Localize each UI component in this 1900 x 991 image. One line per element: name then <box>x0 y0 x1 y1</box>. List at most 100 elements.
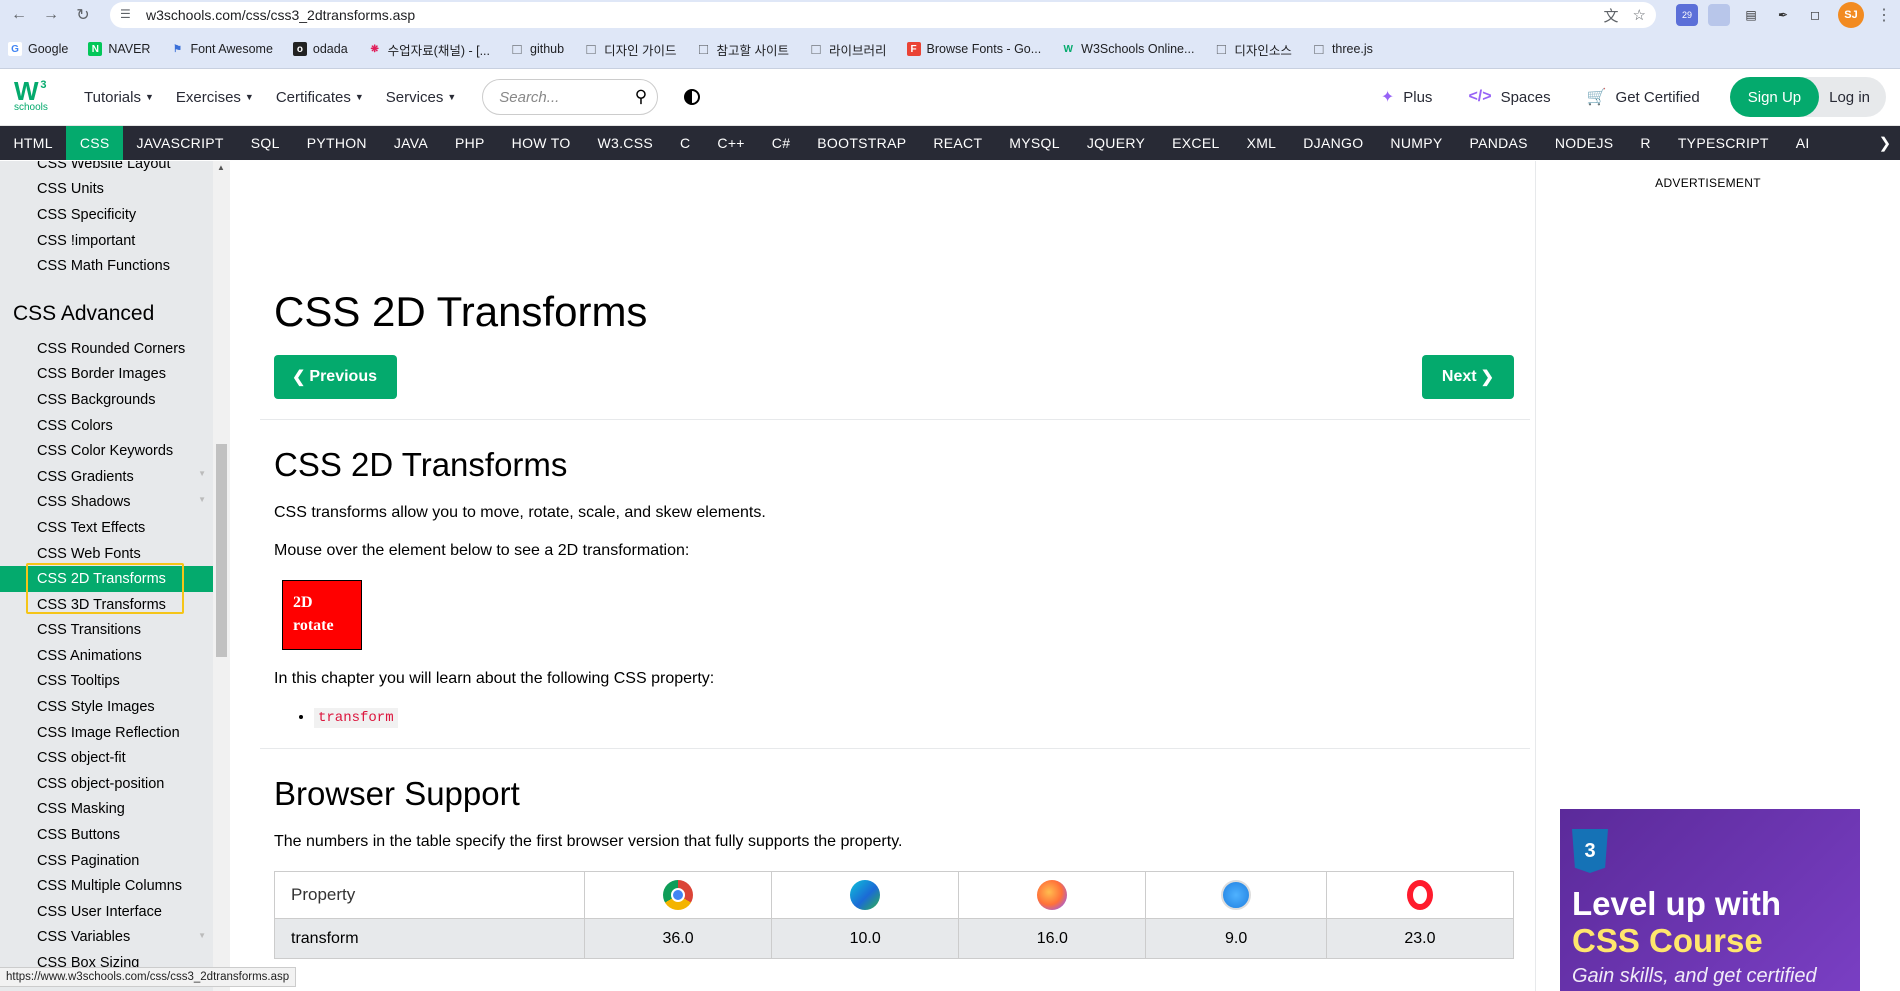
sidebar-item[interactable]: CSS Math Functions <box>0 253 230 279</box>
topic-xml[interactable]: XML <box>1233 126 1290 160</box>
eyedropper-icon[interactable]: ✒ <box>1772 4 1794 26</box>
plus-link[interactable]: ✦ Plus <box>1381 87 1433 107</box>
get-certified-link[interactable]: 🛒 Get Certified <box>1587 87 1700 107</box>
topic-html[interactable]: HTML <box>0 126 66 160</box>
bookmark-item[interactable]: ❋ 수업자료(채널) - [... <box>368 40 490 59</box>
bookmark-item[interactable]: □ 라이브러리 <box>809 40 887 59</box>
property-link[interactable]: transform <box>314 708 398 728</box>
puzzle-icon[interactable]: ◻ <box>1804 4 1826 26</box>
topic-django[interactable]: DJANGO <box>1290 126 1377 160</box>
address-bar[interactable]: ☰ w3schools.com/css/css3_2dtransforms.as… <box>110 2 1656 28</box>
bookmark-item[interactable]: □ 참고할 사이트 <box>697 40 789 59</box>
topic-javascript[interactable]: JAVASCRIPT <box>123 126 237 160</box>
topic-nodejs[interactable]: NODEJS <box>1541 126 1627 160</box>
sidebar-item[interactable]: CSS User Interface <box>0 899 230 925</box>
sidebar-item[interactable]: CSS Rounded Corners <box>0 336 230 362</box>
sign-up-button[interactable]: Sign Up <box>1729 77 1820 117</box>
sidebar-item[interactable]: CSS Website Layout <box>0 161 230 177</box>
topic-w3-css[interactable]: W3.CSS <box>584 126 666 160</box>
scroll-up-icon[interactable]: ▲ <box>217 163 225 172</box>
search-icon[interactable]: ⚲ <box>635 87 647 107</box>
topic-typescript[interactable]: TYPESCRIPT <box>1664 126 1782 160</box>
menu-certificates[interactable]: Certificates ▼ <box>276 89 364 106</box>
sidebar-item[interactable]: CSS Tooltips <box>0 669 230 695</box>
topic-c[interactable]: C <box>667 126 704 160</box>
bookmark-item[interactable]: F Browse Fonts - Go... <box>906 42 1041 56</box>
menu-services[interactable]: Services ▼ <box>386 89 456 106</box>
sidebar-scrollbar[interactable]: ▲ <box>213 161 230 991</box>
topic-jquery[interactable]: JQUERY <box>1073 126 1158 160</box>
topic-how-to[interactable]: HOW TO <box>498 126 584 160</box>
w3schools-logo[interactable]: W3 schools <box>14 75 58 119</box>
rotate-demo-box[interactable]: 2D rotate <box>282 580 362 650</box>
menu-tutorials[interactable]: Tutorials ▼ <box>84 89 154 106</box>
chevron-right-icon[interactable]: ❯ <box>1870 126 1900 160</box>
forward-icon[interactable]: → <box>40 4 62 26</box>
bookmark-item[interactable]: ⚑ Font Awesome <box>170 42 273 56</box>
sidebar-item[interactable]: CSS !important <box>0 228 230 254</box>
extension-icon[interactable]: ▤ <box>1740 4 1762 26</box>
topic-c++[interactable]: C++ <box>704 126 758 160</box>
topic-ai[interactable]: AI <box>1782 126 1823 160</box>
topic-excel[interactable]: EXCEL <box>1159 126 1233 160</box>
next-button[interactable]: Next ❯ <box>1421 355 1514 399</box>
sidebar-item[interactable]: CSS Gradients <box>0 464 230 490</box>
sidebar-item[interactable]: CSS 2D Transforms <box>0 566 230 592</box>
sidebar-item[interactable]: CSS Shadows <box>0 490 230 516</box>
sidebar-item[interactable]: CSS Style Images <box>0 694 230 720</box>
topic-css[interactable]: CSS <box>66 126 123 160</box>
search-box[interactable]: ⚲ <box>482 79 659 115</box>
sidebar-item[interactable]: CSS Buttons <box>0 822 230 848</box>
star-icon[interactable]: ☆ <box>1633 6 1646 24</box>
topic-sql[interactable]: SQL <box>237 126 293 160</box>
bookmark-item[interactable]: □ github <box>510 41 564 58</box>
sidebar-item[interactable]: CSS Masking <box>0 797 230 823</box>
bookmark-item[interactable]: o odada <box>292 42 348 56</box>
sidebar-item[interactable]: CSS Specificity <box>0 202 230 228</box>
scrollbar-thumb[interactable] <box>216 444 227 657</box>
profile-avatar[interactable]: SJ <box>1838 2 1864 28</box>
topic-r[interactable]: R <box>1627 126 1664 160</box>
sidebar-item[interactable]: CSS Colors <box>0 413 230 439</box>
sidebar-item[interactable]: CSS Text Effects <box>0 515 230 541</box>
sidebar-item[interactable]: CSS Transitions <box>0 618 230 644</box>
reload-icon[interactable]: ↻ <box>72 4 94 26</box>
site-settings-icon[interactable]: ☰ <box>120 7 136 23</box>
bookmark-item[interactable]: □ three.js <box>1312 41 1373 58</box>
topic-c#[interactable]: C# <box>758 126 804 160</box>
extension-badge-icon[interactable]: 29 <box>1676 4 1698 26</box>
bookmark-item[interactable]: N NAVER <box>88 42 150 56</box>
search-input[interactable] <box>499 88 620 106</box>
sidebar-item[interactable]: CSS Multiple Columns <box>0 873 230 899</box>
topic-python[interactable]: PYTHON <box>293 126 380 160</box>
translate-icon[interactable]: 文 <box>1604 5 1619 26</box>
bookmark-item[interactable]: □ 디자인소스 <box>1214 40 1292 59</box>
bookmark-item[interactable]: G Google <box>8 42 68 56</box>
css-course-promo[interactable]: 3 Level up with CSS Course Gain skills, a… <box>1560 809 1860 991</box>
topic-numpy[interactable]: NUMPY <box>1377 126 1456 160</box>
sidebar-item[interactable]: CSS object-fit <box>0 745 230 771</box>
menu-exercises[interactable]: Exercises ▼ <box>176 89 254 106</box>
sidebar-item[interactable]: CSS Units <box>0 177 230 203</box>
extension-icon[interactable] <box>1708 4 1730 26</box>
sidebar-item[interactable]: CSS Image Reflection <box>0 720 230 746</box>
topic-php[interactable]: PHP <box>441 126 498 160</box>
sidebar-item[interactable]: CSS Web Fonts <box>0 541 230 567</box>
sidebar-item[interactable]: CSS 3D Transforms <box>0 592 230 618</box>
bookmark-item[interactable]: □ 디자인 가이드 <box>584 40 677 59</box>
topic-react[interactable]: REACT <box>920 126 996 160</box>
sidebar-item[interactable]: CSS Border Images <box>0 362 230 388</box>
sidebar-item[interactable]: CSS Variables <box>0 925 230 951</box>
topic-pandas[interactable]: PANDAS <box>1456 126 1541 160</box>
sidebar-item[interactable]: CSS Animations <box>0 643 230 669</box>
sidebar-item[interactable]: CSS object-position <box>0 771 230 797</box>
topic-bootstrap[interactable]: BOOTSTRAP <box>804 126 920 160</box>
previous-button[interactable]: ❮ Previous <box>274 355 397 399</box>
dark-mode-toggle-icon[interactable] <box>684 89 701 105</box>
browser-menu-icon[interactable]: ⋮ <box>1876 5 1892 25</box>
url-text[interactable]: w3schools.com/css/css3_2dtransforms.asp <box>146 7 1590 23</box>
sidebar-item[interactable]: CSS Color Keywords <box>0 438 230 464</box>
topic-java[interactable]: JAVA <box>380 126 441 160</box>
bookmark-item[interactable]: W W3Schools Online... <box>1061 42 1194 56</box>
spaces-link[interactable]: </> Spaces <box>1468 88 1550 106</box>
